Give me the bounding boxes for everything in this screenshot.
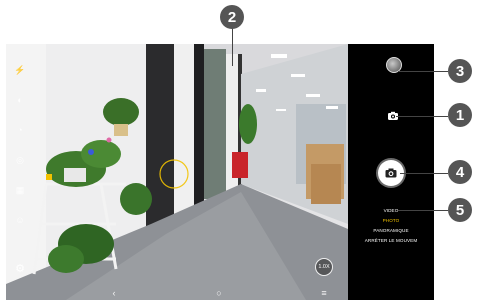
tablet-screen: ⚡ ◐ ◔ ◎ ▦ ☺ ⚙ 1.0X ‹ ○ ≡ VIDEO PHOTO PAN… — [6, 44, 434, 300]
zoom-button[interactable]: 1.0X — [315, 258, 333, 276]
timer-icon[interactable]: ◔ — [14, 124, 26, 136]
mode-panorama[interactable]: PANORAMIQUE — [348, 226, 434, 236]
beauty-icon[interactable]: ☺ — [14, 214, 26, 226]
zoom-label: 1.0X — [318, 264, 330, 270]
camera-viewfinder[interactable]: ⚡ ◐ ◔ ◎ ▦ ☺ ⚙ 1.0X ‹ ○ ≡ — [6, 44, 348, 300]
filter-icon[interactable]: ◎ — [14, 154, 26, 166]
grid-icon[interactable]: ▦ — [14, 184, 26, 196]
back-icon[interactable]: ‹ — [107, 286, 121, 300]
callout-3-leader — [398, 71, 448, 72]
home-icon[interactable]: ○ — [212, 286, 226, 300]
callout-5-leader — [398, 210, 448, 211]
callout-2-leader — [232, 28, 233, 66]
callout-3: 3 — [448, 59, 472, 83]
viewfinder-toolbar: ⚡ ◐ ◔ ◎ ▦ ☺ — [12, 64, 28, 284]
callout-2: 2 — [220, 5, 244, 29]
recents-icon[interactable]: ≡ — [317, 286, 331, 300]
callout-4-leader — [400, 173, 448, 174]
mode-selector: VIDEO PHOTO PANORAMIQUE ARRÊTER LE MOUVE… — [348, 206, 434, 246]
viewfinder-scene — [6, 44, 348, 300]
mode-photo[interactable]: PHOTO — [348, 216, 434, 226]
callout-5: 5 — [448, 198, 472, 222]
mode-video[interactable]: VIDEO — [348, 206, 434, 216]
camera-icon — [385, 168, 397, 178]
mode-stop-motion[interactable]: ARRÊTER LE MOUVEM — [348, 236, 434, 246]
callout-1-leader — [396, 116, 448, 117]
callout-1: 1 — [448, 103, 472, 127]
navigation-bar: ‹ ○ ≡ — [6, 286, 348, 300]
flash-icon[interactable]: ⚡ — [14, 64, 26, 76]
gear-icon[interactable]: ⚙ — [14, 263, 26, 275]
hdr-icon[interactable]: ◐ — [14, 94, 26, 106]
callout-4: 4 — [448, 160, 472, 184]
camera-control-panel: VIDEO PHOTO PANORAMIQUE ARRÊTER LE MOUVE… — [348, 44, 434, 300]
